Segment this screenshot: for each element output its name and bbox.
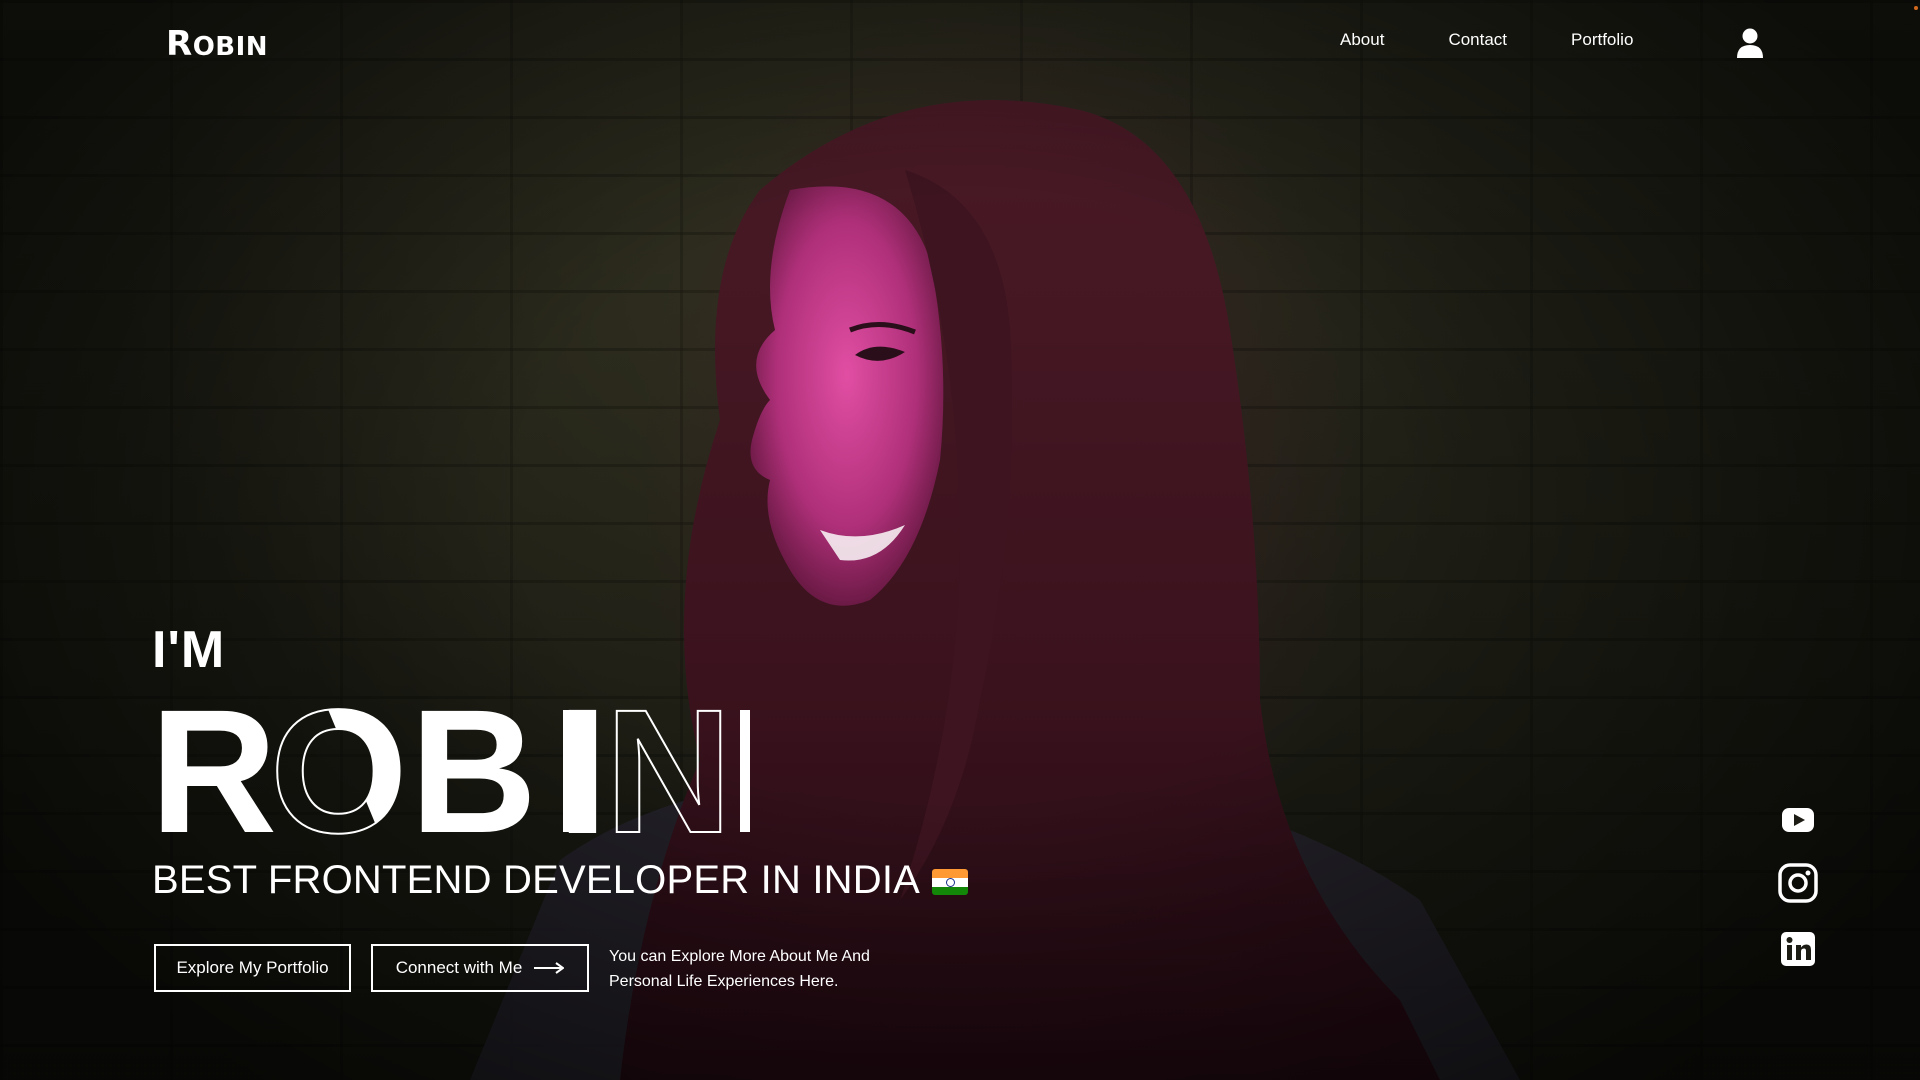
instagram-icon[interactable] [1778,863,1818,903]
hero-name-letter-n: N [605,690,728,835]
hero-name-letter-r: R [150,690,274,835]
hero-name-letter-b: B [410,690,533,835]
nav-link-contact[interactable]: Contact [1448,30,1507,50]
vignette-overlay [0,0,1920,1080]
india-flag-icon [932,869,969,896]
corner-indicator [1914,6,1918,10]
connect-button[interactable]: Connect with Me [371,944,589,992]
youtube-icon[interactable] [1778,800,1818,840]
hero-blurb: You can Explore More About Me And Person… [609,948,870,990]
hero-name-heading: R O O B I N [150,690,750,835]
hero-tagline-text: BEST FRONTEND DEVELOPER IN INDIA [152,858,921,902]
logo-initial: R [166,24,193,64]
explore-portfolio-button[interactable]: Explore My Portfolio [154,944,351,992]
arrow-right-icon [534,962,565,974]
hero-tagline: BEST FRONTEND DEVELOPER IN INDIA [152,858,969,903]
main-nav: About Contact Portfolio [1340,30,1697,50]
linkedin-icon[interactable] [1778,929,1818,969]
nav-link-portfolio[interactable]: Portfolio [1571,30,1633,50]
site-logo[interactable]: Robin [166,24,268,64]
logo-rest: obin [192,32,269,62]
explore-portfolio-label: Explore My Portfolio [176,958,329,977]
nav-link-about[interactable]: About [1340,30,1384,50]
hero-page: Robin About Contact Portfolio I'M R O O … [0,0,1920,1080]
user-profile-icon[interactable] [1737,28,1763,58]
hero-intro: I'M [152,621,226,679]
connect-label: Connect with Me [395,958,523,977]
